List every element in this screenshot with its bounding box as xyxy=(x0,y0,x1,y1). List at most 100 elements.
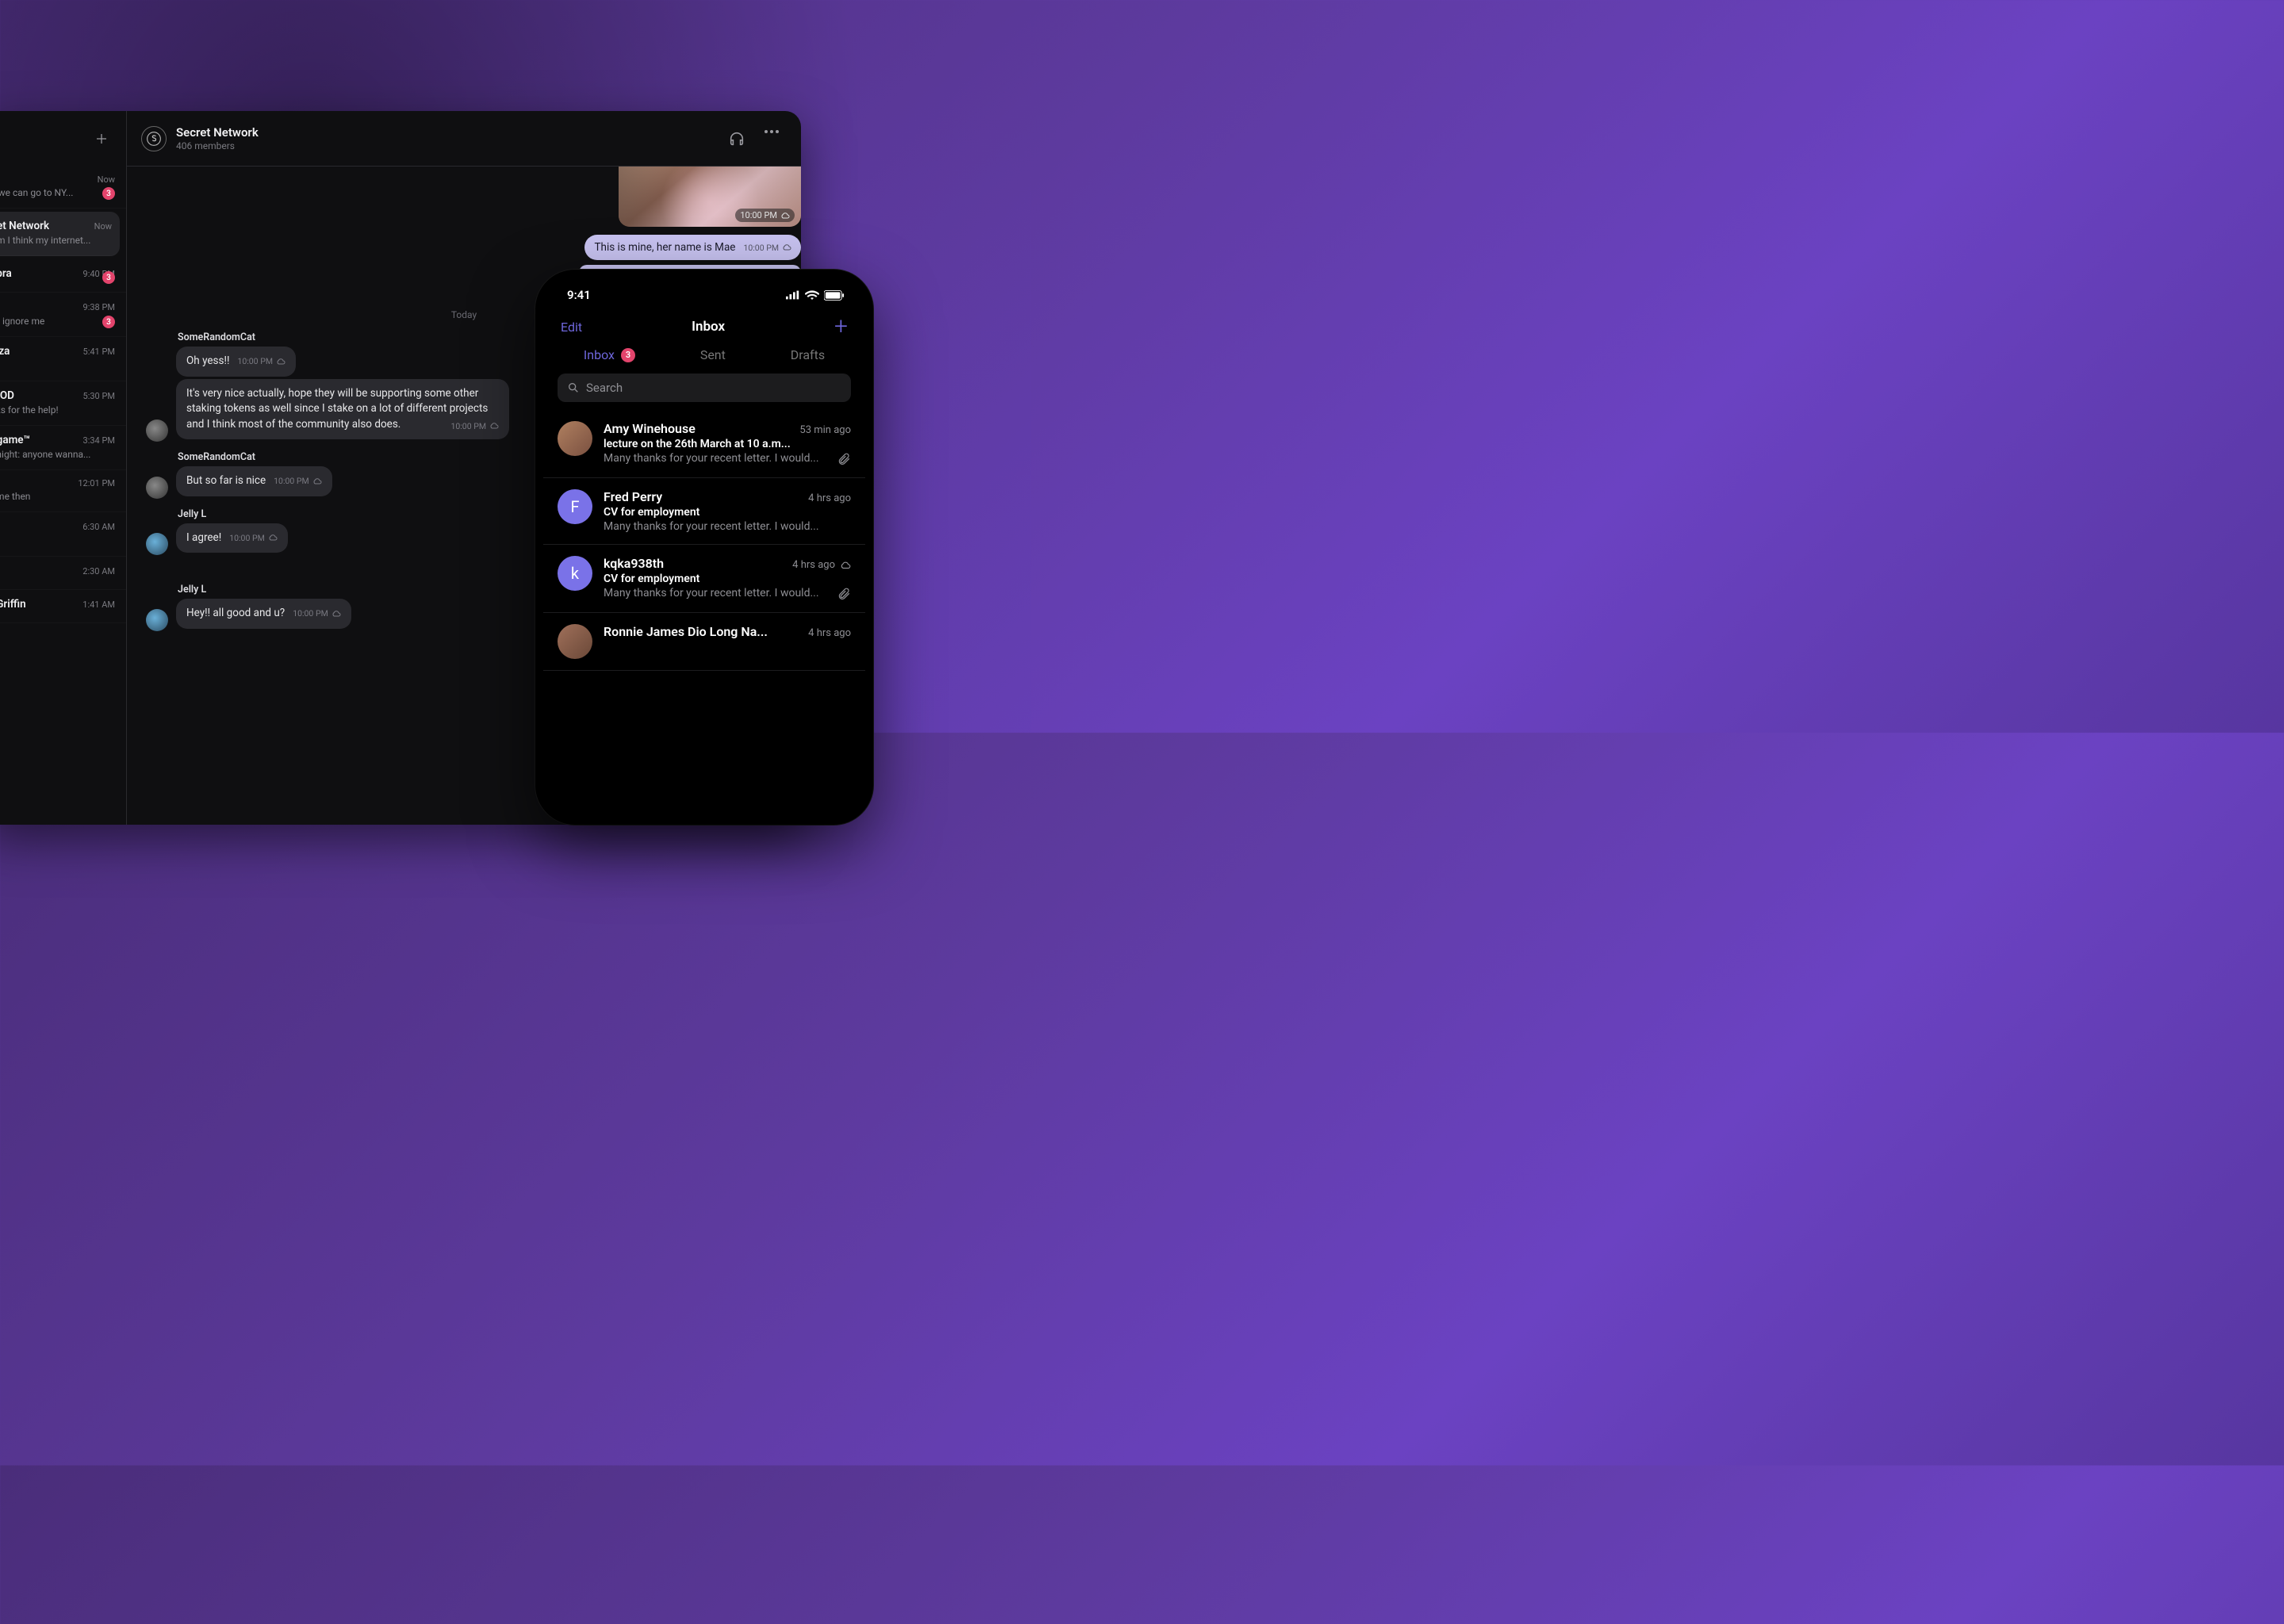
chat-time: 2:30 AM xyxy=(82,566,115,576)
message-avatar[interactable] xyxy=(146,419,168,442)
headphones-icon[interactable] xyxy=(728,130,745,147)
search-icon xyxy=(567,381,580,394)
cloud-icon xyxy=(489,421,499,431)
mail-item[interactable]: Amy Winehouse 53 min ago lecture on the … xyxy=(543,410,865,478)
chat-item[interactable]: . 2:30 AM xyxy=(0,557,126,590)
chat-item[interactable]: Now n we can go to NY... 3 xyxy=(0,167,126,209)
chat-time: 6:30 AM xyxy=(82,522,115,532)
search-placeholder: Search xyxy=(586,381,623,395)
message-time: 10:00 PM xyxy=(450,420,499,432)
chat-name: izza xyxy=(0,345,10,358)
phone-frame: 9:41 Edit Inbox + Inbox3SentDrafts Searc… xyxy=(535,270,873,825)
chat-item[interactable]: abra 9:40 PM 3 xyxy=(0,259,126,293)
chat-item[interactable]: MOD 5:30 PM nks for the help! xyxy=(0,381,126,426)
chat-preview: m I think my internet... xyxy=(0,235,112,246)
nav-title: Inbox xyxy=(692,319,725,335)
mail-item[interactable]: k kqka938th 4 hrs ago CV for employment … xyxy=(543,545,865,613)
chat-item[interactable]: . Griffin 1:41 AM xyxy=(0,590,126,623)
phone-screen: 9:41 Edit Inbox + Inbox3SentDrafts Searc… xyxy=(543,278,865,817)
own-message-image[interactable]: 10:00 PM xyxy=(619,167,801,227)
mail-subject: CV for employment xyxy=(604,573,851,585)
chat-header: Secret Network 406 members xyxy=(127,111,801,167)
mail-from: Ronnie James Dio Long Na... xyxy=(604,624,768,639)
edit-button[interactable]: Edit xyxy=(561,320,582,335)
chat-name: . Griffin xyxy=(0,598,26,611)
chat-name: MOD xyxy=(0,389,14,402)
own-message-time: 10:00 PM xyxy=(743,243,791,253)
chat-list: Now n we can go to NY... 3 et Network No… xyxy=(0,167,126,825)
mail-from: kqka938th xyxy=(604,556,664,571)
mail-time: 4 hrs ago xyxy=(792,559,851,571)
message-bubble[interactable]: But so far is nice10:00 PM xyxy=(176,466,332,496)
chat-time: 5:41 PM xyxy=(83,347,115,357)
chat-item[interactable]: : 9:38 PM n't ignore me 3 xyxy=(0,293,126,337)
chat-item[interactable]: ogame™ 3:34 PM Knight: anyone wanna... xyxy=(0,426,126,470)
mail-preview: Many thanks for your recent letter. I wo… xyxy=(604,520,851,533)
cloud-icon xyxy=(782,243,791,252)
own-message-text: This is mine, her name is Mae xyxy=(594,241,735,254)
new-chat-icon[interactable] xyxy=(94,132,109,146)
tab-badge: 3 xyxy=(621,348,635,362)
cloud-icon xyxy=(268,533,278,542)
chat-time: Now xyxy=(94,221,112,232)
message-avatar[interactable] xyxy=(146,609,168,631)
mail-preview: Many thanks for your recent letter. I wo… xyxy=(604,587,851,601)
message-bubble[interactable]: Oh yess!!10:00 PM xyxy=(176,347,296,377)
status-time: 9:41 xyxy=(567,288,591,302)
message-bubble[interactable]: Hey!! all good and u?10:00 PM xyxy=(176,599,351,629)
message-bubble[interactable]: I agree!10:00 PM xyxy=(176,523,288,553)
attachment-icon xyxy=(837,452,851,466)
chat-item[interactable]: et Network Now m I think my internet... xyxy=(0,212,120,256)
message-bubble[interactable]: It's very nice actually, hope they will … xyxy=(176,379,509,440)
message-time: 10:00 PM xyxy=(237,355,286,367)
nav-row: Edit Inbox + xyxy=(543,312,865,344)
mail-list: Amy Winehouse 53 min ago lecture on the … xyxy=(543,410,865,817)
tab-inbox[interactable]: Inbox3 xyxy=(584,347,635,362)
chat-time: 1:41 AM xyxy=(82,599,115,610)
more-icon[interactable] xyxy=(765,130,782,147)
mail-time: 4 hrs ago xyxy=(808,492,851,504)
chat-item[interactable]: 12:01 PM r me then xyxy=(0,470,126,512)
sidebar-top xyxy=(0,111,126,167)
mail-subject: CV for employment xyxy=(604,506,851,519)
mail-item[interactable]: Ronnie James Dio Long Na... 4 hrs ago xyxy=(543,613,865,671)
chat-preview: n we can go to NY... xyxy=(0,187,115,198)
tabs: Inbox3 Sent Drafts xyxy=(543,344,865,373)
group-avatar-icon xyxy=(141,126,167,151)
chat-time: 5:30 PM xyxy=(83,391,115,401)
unread-badge: 3 xyxy=(102,316,115,328)
tab-drafts[interactable]: Drafts xyxy=(791,347,825,362)
mail-avatar: F xyxy=(558,489,592,524)
chat-item[interactable]: k 6:30 AM L xyxy=(0,512,126,557)
message-time: 10:00 PM xyxy=(293,607,341,619)
chat-preview: Knight: anyone wanna... xyxy=(0,449,115,460)
battery-icon xyxy=(824,290,845,301)
search-input[interactable]: Search xyxy=(558,373,851,402)
group-info[interactable]: Secret Network 406 members xyxy=(176,125,719,151)
chat-time: 12:01 PM xyxy=(78,478,115,488)
unread-badge: 3 xyxy=(102,271,115,284)
chat-item[interactable]: izza 5:41 PM l xyxy=(0,337,126,381)
tab-sent[interactable]: Sent xyxy=(700,347,726,362)
message-avatar[interactable] xyxy=(146,477,168,499)
chat-time: 3:34 PM xyxy=(83,435,115,446)
wifi-icon xyxy=(805,290,819,300)
sidebar: Now n we can go to NY... 3 et Network No… xyxy=(0,111,127,825)
mail-from: Amy Winehouse xyxy=(604,421,696,436)
message-time: 10:00 PM xyxy=(229,532,278,544)
mail-avatar xyxy=(558,421,592,456)
chat-name: abra xyxy=(0,267,12,280)
cloud-icon xyxy=(840,560,851,571)
message-time: 10:00 PM xyxy=(274,475,322,487)
chat-name: et Network xyxy=(0,220,49,232)
compose-icon[interactable]: + xyxy=(834,319,848,335)
own-message-bubble[interactable]: This is mine, her name is Mae 10:00 PM xyxy=(584,235,801,260)
message-avatar[interactable] xyxy=(146,533,168,555)
mail-avatar xyxy=(558,624,592,659)
chat-time: Now xyxy=(98,174,115,185)
chat-preview: l xyxy=(0,360,115,371)
chat-time: 9:38 PM xyxy=(83,302,115,312)
signal-icon xyxy=(786,290,800,300)
attachment-icon xyxy=(837,587,851,601)
mail-item[interactable]: F Fred Perry 4 hrs ago CV for employment… xyxy=(543,478,865,545)
